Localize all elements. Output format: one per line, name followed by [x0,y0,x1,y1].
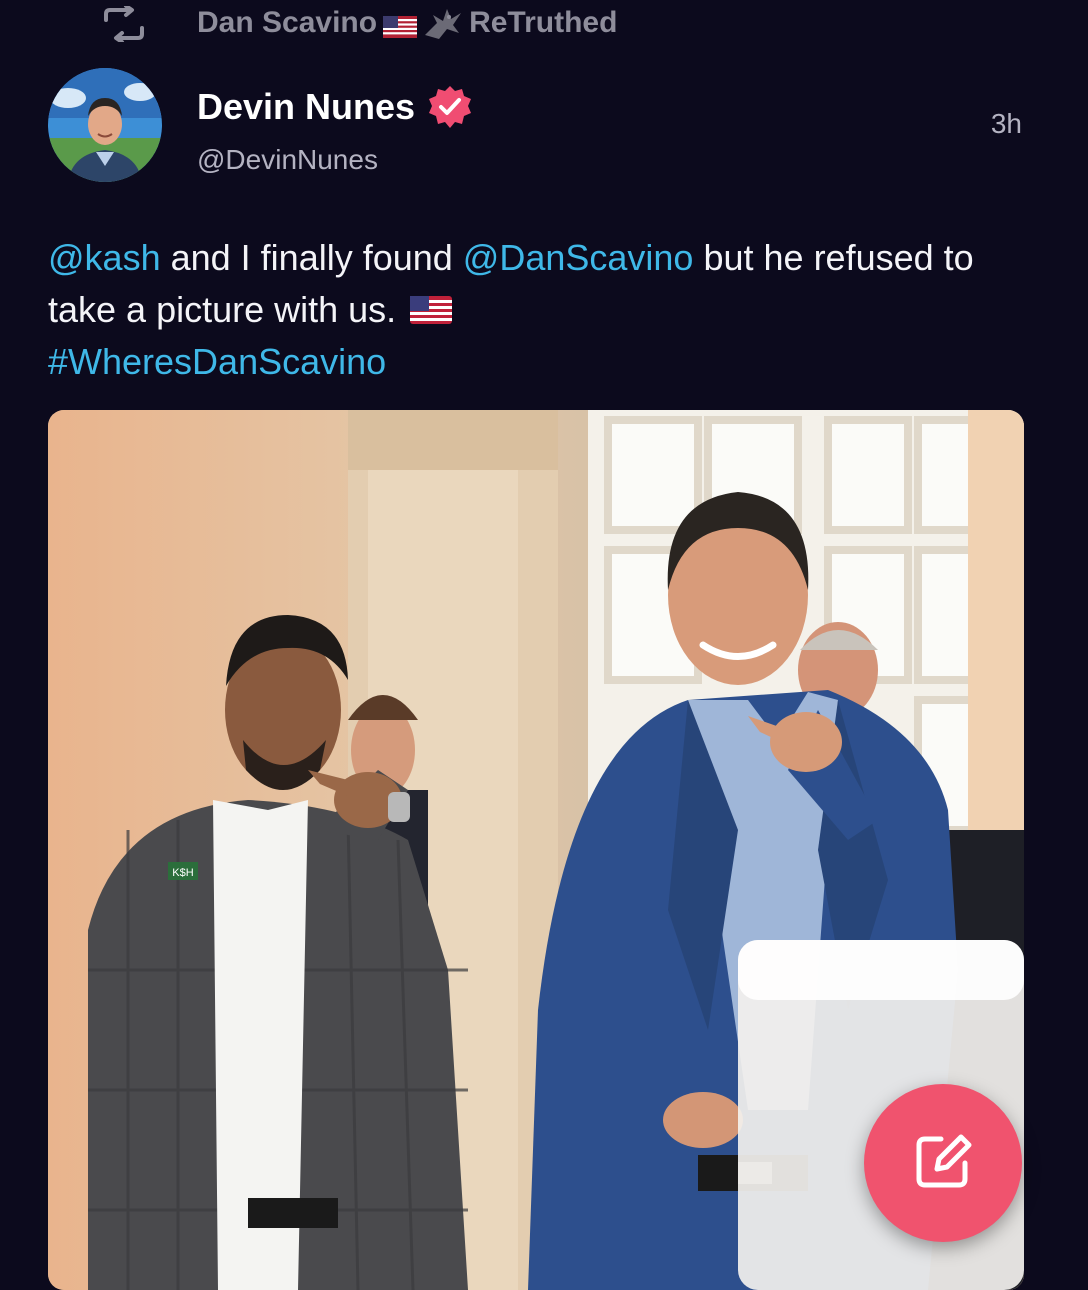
mention-kash[interactable]: @kash [48,237,161,278]
post-timestamp: 3h [990,108,1022,139]
post-text: @kash and I finally found @DanScavino bu… [48,232,1028,388]
post-header: Devin Nunes @DevinNunes 3h [0,64,1088,194]
hashtag-link[interactable]: #WheresDanScavino [48,341,386,382]
author-handle[interactable]: @DevinNunes [197,144,378,176]
avatar[interactable] [48,68,162,182]
us-flag-icon [383,12,418,38]
retruth-icon [100,4,148,44]
author-display-name[interactable]: Devin Nunes [197,86,415,128]
retruth-user[interactable]: Dan Scavino [197,6,377,40]
retruth-label[interactable]: Dan Scavino ReTruthed [197,5,617,41]
retruth-action: ReTruthed [469,6,618,39]
mention-danscavino[interactable]: @DanScavino [463,237,694,278]
compose-icon [911,1129,975,1198]
retruth-bar: Dan Scavino ReTruthed [0,0,1088,48]
compose-button[interactable] [864,1084,1022,1242]
verified-badge-icon [427,84,473,130]
svg-text:K$H: K$H [172,867,193,879]
post-text-segment: and I finally found [160,237,463,278]
us-flag-icon [410,286,453,324]
eagle-icon [423,5,463,41]
